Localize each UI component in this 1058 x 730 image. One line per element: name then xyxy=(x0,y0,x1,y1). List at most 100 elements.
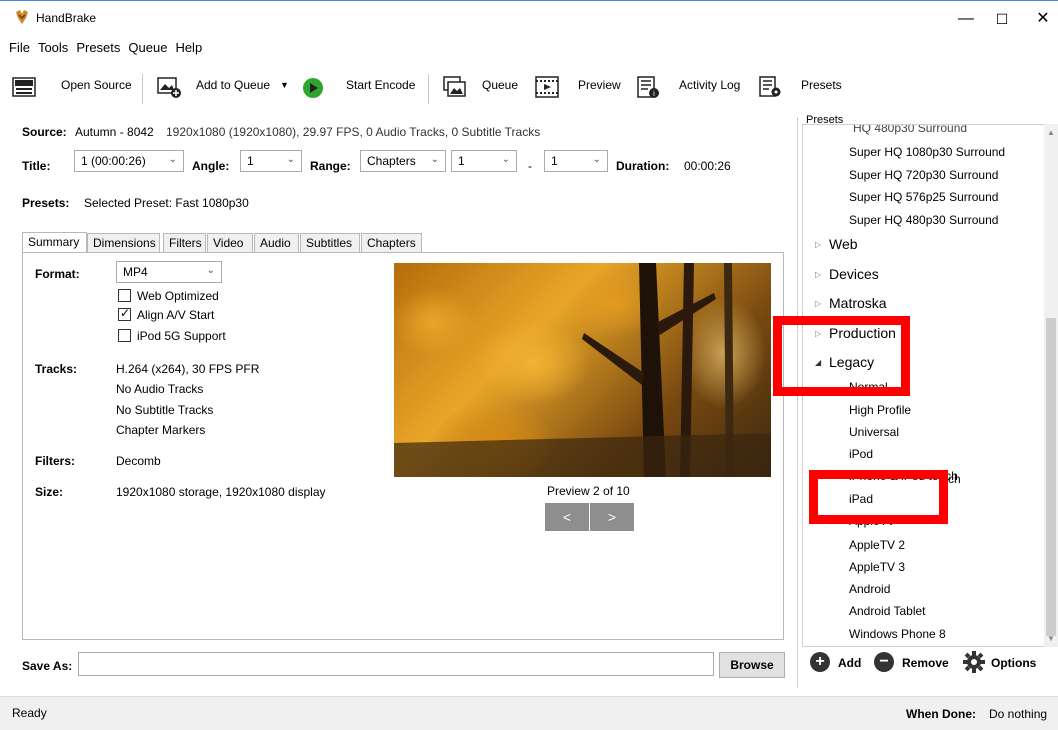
preset-group-devices[interactable]: Devices xyxy=(829,266,879,282)
activity-log-button[interactable]: Activity Log xyxy=(679,78,740,92)
preset-android-tablet[interactable]: Android Tablet xyxy=(849,604,926,618)
track-subtitle: No Subtitle Tracks xyxy=(116,403,214,417)
preset-group-web[interactable]: Web xyxy=(829,236,858,252)
range-separator: - xyxy=(528,159,532,173)
preset-group-matroska[interactable]: Matroska xyxy=(829,295,887,311)
duration-value: 00:00:26 xyxy=(684,159,731,173)
format-value: MP4 xyxy=(123,265,148,279)
menu-file[interactable]: File xyxy=(0,38,34,57)
chevron-down-icon: ⌄ xyxy=(430,154,439,165)
add-to-queue-dropdown-icon[interactable]: ▼ xyxy=(280,80,289,90)
annotation-box-legacy xyxy=(773,316,910,396)
preset-super-hq-720p30[interactable]: Super HQ 720p30 Surround xyxy=(849,168,998,182)
annotation-box-ipad xyxy=(809,470,948,524)
scroll-up-icon[interactable]: ▲ xyxy=(1047,128,1055,137)
align-av-checkbox[interactable] xyxy=(118,306,131,321)
preset-appletv-3[interactable]: AppleTV 3 xyxy=(849,560,905,574)
tab-video[interactable]: Video xyxy=(207,233,253,253)
minimize-button[interactable]: — xyxy=(946,7,986,31)
format-label: Format: xyxy=(35,267,80,281)
web-optimized-label: Web Optimized xyxy=(137,289,219,303)
tab-dimensions[interactable]: Dimensions xyxy=(87,233,160,253)
when-done-label: When Done: xyxy=(906,707,976,721)
handbrake-logo-icon xyxy=(16,10,28,24)
presets-icon[interactable] xyxy=(758,76,782,98)
range-dropdown[interactable]: Chapters ⌄ xyxy=(360,150,446,172)
preset-ipod[interactable]: iPod xyxy=(849,447,873,461)
add-icon[interactable]: + xyxy=(810,652,830,672)
preview-icon[interactable] xyxy=(535,76,559,98)
activity-log-icon[interactable]: i xyxy=(636,76,660,98)
range-start-dropdown[interactable]: 1 ⌄ xyxy=(451,150,517,172)
range-end-dropdown[interactable]: 1 ⌄ xyxy=(544,150,608,172)
open-source-icon[interactable] xyxy=(12,76,36,98)
menu-presets[interactable]: Presets xyxy=(72,38,124,57)
preset-super-hq-576p25[interactable]: Super HQ 576p25 Surround xyxy=(849,190,998,204)
preview-button[interactable]: Preview xyxy=(578,78,621,92)
preview-next-button[interactable]: > xyxy=(590,503,634,531)
scroll-down-icon[interactable]: ▼ xyxy=(1047,634,1055,643)
preset-super-hq-480p30[interactable]: Super HQ 480p30 Surround xyxy=(849,213,998,227)
chevron-down-icon: ⌄ xyxy=(592,154,601,165)
selected-preset-text: Selected Preset: Fast 1080p30 xyxy=(84,196,249,210)
remove-icon[interactable]: − xyxy=(874,652,894,672)
expand-triangle-icon[interactable]: ▷ xyxy=(815,240,821,249)
menu-tools[interactable]: Tools xyxy=(34,38,72,57)
options-button[interactable]: Options xyxy=(991,656,1036,670)
start-encode-button[interactable]: Start Encode xyxy=(346,78,415,92)
status-bar: Ready When Done: Do nothing xyxy=(0,696,1058,730)
preset-universal[interactable]: Universal xyxy=(849,425,899,439)
range-start-value: 1 xyxy=(458,154,465,168)
tree-trunk-illustration xyxy=(394,263,771,477)
tab-subtitles[interactable]: Subtitles xyxy=(300,233,360,253)
add-to-queue-icon[interactable] xyxy=(157,76,181,98)
angle-dropdown[interactable]: 1 ⌄ xyxy=(240,150,302,172)
tab-summary[interactable]: Summary xyxy=(22,232,87,253)
preview-prev-button[interactable]: < xyxy=(545,503,589,531)
svg-text:i: i xyxy=(653,90,655,98)
presets-label: Presets: xyxy=(22,196,70,210)
preset-windows-phone-8[interactable]: Windows Phone 8 xyxy=(849,627,946,641)
range-label: Range: xyxy=(310,159,351,173)
maximize-button[interactable]: ☐ xyxy=(982,7,1022,31)
menu-help[interactable]: Help xyxy=(171,38,206,57)
ipod-5g-checkbox[interactable] xyxy=(118,329,131,342)
remove-preset-button[interactable]: Remove xyxy=(902,656,949,670)
title-dropdown[interactable]: 1 (00:00:26) ⌄ xyxy=(74,150,184,172)
tab-chapters[interactable]: Chapters xyxy=(361,233,422,253)
tab-audio[interactable]: Audio xyxy=(254,233,299,253)
queue-button[interactable]: Queue xyxy=(482,78,518,92)
browse-button[interactable]: Browse xyxy=(719,652,785,678)
window-title: HandBrake xyxy=(36,11,97,25)
title-bar: HandBrake — ☐ ✕ xyxy=(0,0,1058,34)
save-as-input[interactable] xyxy=(78,652,714,676)
presets-scrollbar-thumb[interactable] xyxy=(1046,318,1056,636)
expand-triangle-icon[interactable]: ▷ xyxy=(815,270,821,279)
add-preset-button[interactable]: Add xyxy=(838,656,861,670)
when-done-value[interactable]: Do nothing xyxy=(989,707,1058,721)
ipod-5g-label: iPod 5G Support xyxy=(137,329,226,343)
preset-android[interactable]: Android xyxy=(849,582,890,596)
presets-button[interactable]: Presets xyxy=(801,78,842,92)
toolbar-separator xyxy=(428,74,429,104)
preset-appletv-2[interactable]: AppleTV 2 xyxy=(849,538,905,552)
format-dropdown[interactable]: MP4 ⌄ xyxy=(116,261,222,283)
start-encode-play-icon[interactable] xyxy=(302,77,324,99)
tab-filters[interactable]: Filters xyxy=(163,233,206,253)
preset-item-cut[interactable]: HQ 480p30 Surround xyxy=(853,125,967,135)
queue-icon[interactable] xyxy=(443,76,467,98)
expand-triangle-icon[interactable]: ▷ xyxy=(815,299,821,308)
web-optimized-checkbox[interactable] xyxy=(118,289,131,302)
status-text: Ready xyxy=(12,706,47,720)
preset-high-profile[interactable]: High Profile xyxy=(849,403,911,417)
gear-icon[interactable] xyxy=(962,650,986,674)
menu-queue[interactable]: Queue xyxy=(124,38,171,57)
add-to-queue-button[interactable]: Add to Queue xyxy=(196,78,270,92)
preset-super-hq-1080p30[interactable]: Super HQ 1080p30 Surround xyxy=(849,145,1005,159)
chevron-down-icon: ⌄ xyxy=(168,154,177,165)
tracks-label: Tracks: xyxy=(35,362,78,376)
chevron-down-icon: ⌄ xyxy=(286,154,295,165)
close-button[interactable]: ✕ xyxy=(1028,7,1058,31)
open-source-button[interactable]: Open Source xyxy=(61,78,132,92)
title-label: Title: xyxy=(22,159,51,173)
